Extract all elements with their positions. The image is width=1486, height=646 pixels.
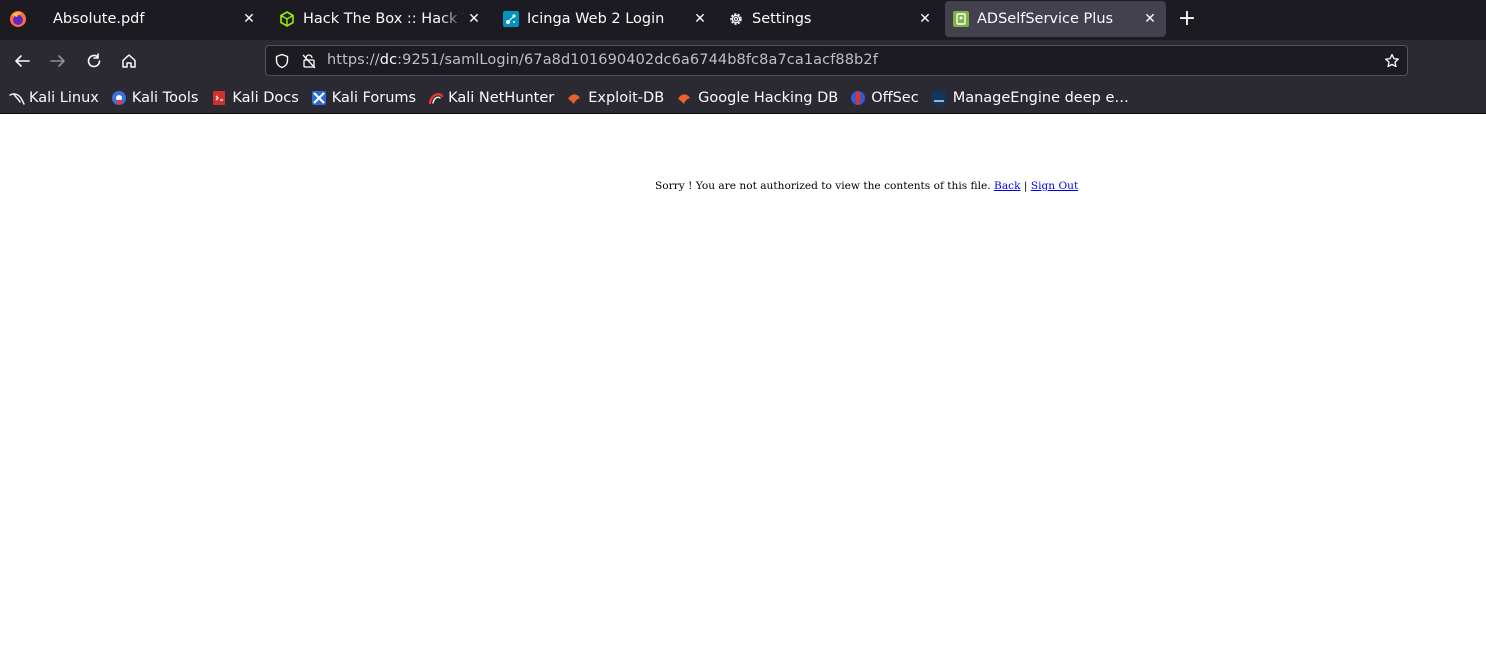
tab-absolute-pdf[interactable]: Absolute.pdf ✕ [40,1,265,37]
nethunter-icon [428,90,444,106]
sign-out-link[interactable]: Sign Out [1031,180,1078,192]
bookmark-kali-forums[interactable]: Kali Forums [311,90,416,106]
tab-icinga[interactable]: Icinga Web 2 Login ✕ [494,1,716,37]
bookmark-label: Kali NetHunter [448,89,555,106]
bookmark-label: Exploit-DB [588,89,665,106]
bookmark-label: Kali Docs [232,89,299,106]
link-separator: | [1023,180,1028,192]
url-host: dc [379,52,398,68]
close-tab-icon[interactable]: ✕ [1142,11,1158,27]
offsec-icon [850,90,866,106]
address-bar[interactable]: https://dc:9251/samlLogin/67a8d101690402… [265,45,1408,76]
forward-arrow-icon[interactable] [48,51,68,71]
bookmark-label: ManageEngine deep e… [952,89,1129,106]
page-content: Sorry ! You are not authorized to view t… [0,114,1486,646]
tab-label: ADSelfService Plus [977,11,1114,27]
bookmarks-toolbar: Kali Linux Kali Tools Kali Docs Kali For… [0,82,1486,114]
exploitdb-icon [566,90,582,106]
tab-label: Icinga Web 2 Login [527,11,665,27]
reload-icon[interactable] [84,51,104,71]
url-scheme: https:// [327,52,380,68]
bookmark-google-hacking-db[interactable]: Google Hacking DB [676,90,838,106]
back-arrow-icon[interactable] [12,51,32,71]
adselfservice-icon [953,11,969,27]
bookmark-label: OffSec [871,89,919,106]
bookmark-exploit-db[interactable]: Exploit-DB [566,90,664,106]
tab-label: Hack The Box :: Hack The Box [303,11,465,27]
kali-forums-icon [311,90,327,106]
hackthebox-icon [279,11,295,27]
close-tab-icon[interactable]: ✕ [917,11,933,27]
close-tab-icon[interactable]: ✕ [241,11,257,27]
kali-dragon-icon [9,90,25,106]
bookmark-offsec[interactable]: OffSec [850,90,919,106]
ghdb-icon [676,90,692,106]
bookmark-label: Kali Tools [131,89,199,106]
kali-tools-icon [111,90,127,106]
tab-adselfservice[interactable]: ADSelfService Plus ✕ [945,1,1166,37]
insecure-lock-icon[interactable] [301,53,317,69]
gear-icon [728,11,744,27]
authorization-message: Sorry ! You are not authorized to view t… [655,180,1078,192]
back-link[interactable]: Back [994,180,1020,192]
bookmark-label: Kali Forums [331,89,417,106]
bookmark-label: Kali Linux [29,89,99,106]
manageengine-icon [931,90,947,106]
tab-label: Settings [752,11,812,27]
bookmark-kali-nethunter[interactable]: Kali NetHunter [428,90,554,106]
bookmark-kali-tools[interactable]: Kali Tools [111,89,199,106]
url-text[interactable]: https://dc:9251/samlLogin/67a8d101690402… [327,52,878,68]
bookmark-star-icon[interactable] [1384,53,1400,69]
firefox-menu-icon[interactable] [8,9,28,29]
bookmark-label: Google Hacking DB [698,89,839,106]
close-tab-icon[interactable]: ✕ [692,11,708,27]
new-tab-icon[interactable]: + [1177,8,1197,30]
close-tab-icon[interactable]: ✕ [466,11,482,27]
home-icon[interactable] [119,51,139,71]
kali-docs-icon [211,90,227,106]
bookmark-kali-docs[interactable]: Kali Docs [211,89,299,106]
browser-chrome: Absolute.pdf ✕ Hack The Box :: Hack The … [0,0,1486,114]
tab-label: Absolute.pdf [53,11,145,27]
tracking-protection-shield-icon[interactable] [274,53,290,69]
bookmark-manageengine[interactable]: ManageEngine deep e… [931,90,1129,106]
error-text: Sorry ! You are not authorized to view t… [655,180,991,192]
icinga-icon [503,11,519,27]
tab-settings[interactable]: Settings ✕ [719,1,941,37]
url-path: :9251/samlLogin/67a8d101690402dc6a6744b8… [397,52,878,68]
tab-hackthebox[interactable]: Hack The Box :: Hack The Box ✕ [270,1,490,37]
navigation-toolbar: https://dc:9251/samlLogin/67a8d101690402… [0,40,1486,82]
bookmark-kali-linux[interactable]: Kali Linux [9,90,99,106]
tab-bar: Absolute.pdf ✕ Hack The Box :: Hack The … [0,0,1486,40]
